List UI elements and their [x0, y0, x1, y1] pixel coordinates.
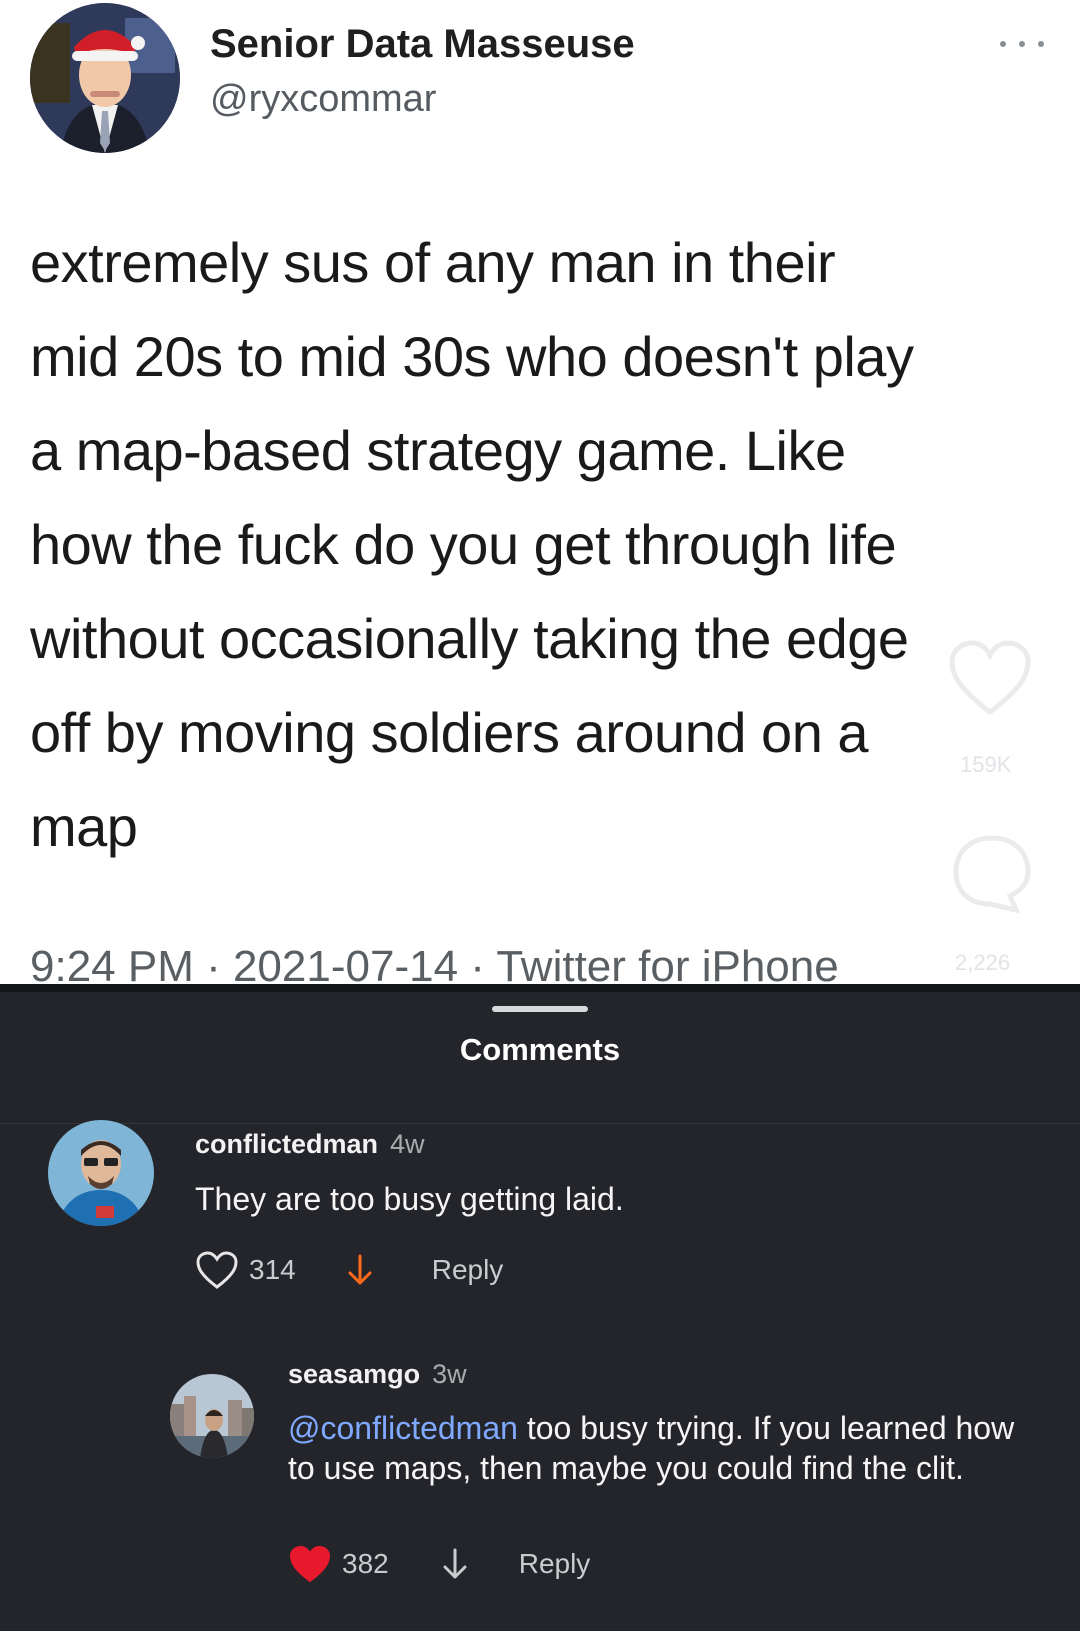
tweet-text-line: how the fuck do you get through life — [30, 513, 897, 576]
comment-actions: 382 Reply — [288, 1544, 590, 1584]
display-name[interactable]: Senior Data Masseuse — [210, 22, 635, 67]
commenter-avatar[interactable] — [48, 1120, 154, 1226]
commenter-avatar[interactable] — [170, 1374, 254, 1458]
more-dots-icon[interactable] — [1000, 32, 1044, 56]
like-count: 314 — [249, 1254, 296, 1285]
tweet-text-line: off by moving soldiers around on a — [30, 701, 869, 764]
heart-filled-icon[interactable] — [288, 1544, 332, 1584]
mention-link[interactable]: @conflictedman — [288, 1410, 518, 1446]
tweet-text-line: extremely sus of any man in their — [30, 231, 836, 294]
tweet-text-line: without occasionally taking the edge — [30, 607, 909, 670]
downvote-arrow-icon[interactable] — [441, 1547, 469, 1581]
divider — [0, 1123, 1080, 1124]
heart-icon[interactable] — [948, 640, 1032, 716]
comment-bubble-icon[interactable] — [950, 832, 1034, 916]
sheet-top-edge — [0, 984, 1080, 992]
comment-actions: 314 Reply — [195, 1250, 503, 1290]
tweet-text: extremely sus of any man in their mid 20… — [30, 216, 1060, 874]
username-text[interactable]: seasamgo — [288, 1359, 420, 1389]
downvote-arrow-icon[interactable] — [346, 1253, 374, 1287]
reply-button[interactable]: Reply — [519, 1548, 591, 1580]
user-handle[interactable]: @ryxcommar — [210, 78, 436, 121]
comment-text: @conflictedman too busy trying. If you l… — [288, 1408, 1048, 1488]
username-text[interactable]: conflictedman — [195, 1129, 378, 1159]
comment-time: 3w — [432, 1359, 467, 1389]
tweet-text-line: mid 20s to mid 30s who doesn't play — [30, 325, 914, 388]
drag-handle[interactable] — [492, 1006, 588, 1012]
reply-button[interactable]: Reply — [432, 1254, 504, 1286]
avatar-image — [30, 3, 180, 153]
tweet-card: Senior Data Masseuse @ryxcommar extremel… — [0, 0, 1080, 984]
tweet-text-line: map — [30, 795, 138, 858]
overlay-like-count: 159K — [960, 752, 1012, 777]
like-count: 382 — [342, 1548, 389, 1579]
tweet-text-line: a map-based strategy game. Like — [30, 419, 846, 482]
comments-sheet: Comments conflictedman 4w They are too bu… — [0, 984, 1080, 1631]
heart-outline-icon[interactable] — [195, 1250, 239, 1290]
comment-username[interactable]: seasamgo 3w — [288, 1359, 467, 1390]
comment-username[interactable]: conflictedman 4w — [195, 1129, 425, 1160]
comment-text: They are too busy getting laid. — [195, 1181, 624, 1217]
comments-title: Comments — [459, 1032, 621, 1067]
overlay-comment-count: 2,226 — [955, 950, 1011, 975]
profile-avatar[interactable] — [30, 3, 180, 153]
comment-time: 4w — [390, 1129, 425, 1159]
tweet-timestamp: 9:24 PM · 2021-07-14 · Twitter for iPhon… — [30, 942, 839, 984]
